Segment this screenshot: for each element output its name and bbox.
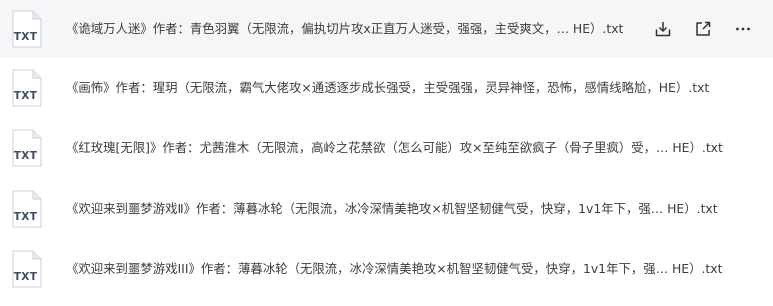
file-name[interactable]: 《欢迎来到噩梦游戏Ⅱ》作者：薄暮冰轮（无限流，冰冷深情美艳攻×机智坚韧健气受，快…	[66, 198, 718, 220]
txt-file-icon: TXT	[10, 10, 43, 48]
txt-file-icon: TXT	[10, 69, 43, 107]
txt-file-icon: TXT	[10, 250, 43, 288]
file-name[interactable]: 《欢迎来到噩梦游戏III》作者：薄暮冰轮（无限流，冰冷深情美艳攻×机智坚韧健气受…	[66, 258, 723, 280]
file-row[interactable]: TXT 《画怖》作者：瑆玥（无限流，霸气大佬攻×通透逐步成长强受，主受强强，灵异…	[0, 59, 773, 117]
file-type-label: TXT	[13, 31, 38, 43]
row-actions	[651, 17, 755, 41]
download-icon	[655, 22, 671, 37]
more-button[interactable]	[731, 17, 755, 41]
download-button[interactable]	[651, 17, 675, 41]
file-type-label: TXT	[13, 211, 38, 223]
file-row[interactable]: TXT 《诡域万人迷》作者：青色羽翼（无限流，偏执切片攻x正直万人迷受，强强，主…	[0, 0, 773, 58]
file-name[interactable]: 《诡域万人迷》作者：青色羽翼（无限流，偏执切片攻x正直万人迷受，强强，主受爽文，…	[66, 18, 623, 40]
file-name[interactable]: 《画怖》作者：瑆玥（无限流，霸气大佬攻×通透逐步成长强受，主受强强，灵异神怪，恐…	[66, 77, 709, 99]
txt-file-icon: TXT	[10, 129, 43, 167]
file-name[interactable]: 《红玫瑰[无限]》作者：尤茜淮木（无限流，高岭之花禁欲（怎么可能）攻×至纯至欲疯…	[66, 137, 723, 159]
share-button[interactable]	[691, 17, 715, 41]
txt-file-icon: TXT	[10, 190, 43, 228]
file-row[interactable]: TXT 《欢迎来到噩梦游戏Ⅱ》作者：薄暮冰轮（无限流，冰冷深情美艳攻×机智坚韧健…	[0, 180, 773, 238]
file-list: TXT 《诡域万人迷》作者：青色羽翼（无限流，偏执切片攻x正直万人迷受，强强，主…	[0, 0, 773, 306]
file-type-label: TXT	[13, 90, 38, 102]
file-row[interactable]: TXT 《欢迎来到噩梦游戏III》作者：薄暮冰轮（无限流，冰冷深情美艳攻×机智坚…	[0, 240, 773, 298]
share-icon	[696, 21, 711, 36]
file-row[interactable]: TXT 《红玫瑰[无限]》作者：尤茜淮木（无限流，高岭之花禁欲（怎么可能）攻×至…	[0, 119, 773, 177]
file-type-label: TXT	[13, 150, 38, 162]
more-icon	[736, 27, 750, 31]
file-type-label: TXT	[13, 271, 38, 283]
